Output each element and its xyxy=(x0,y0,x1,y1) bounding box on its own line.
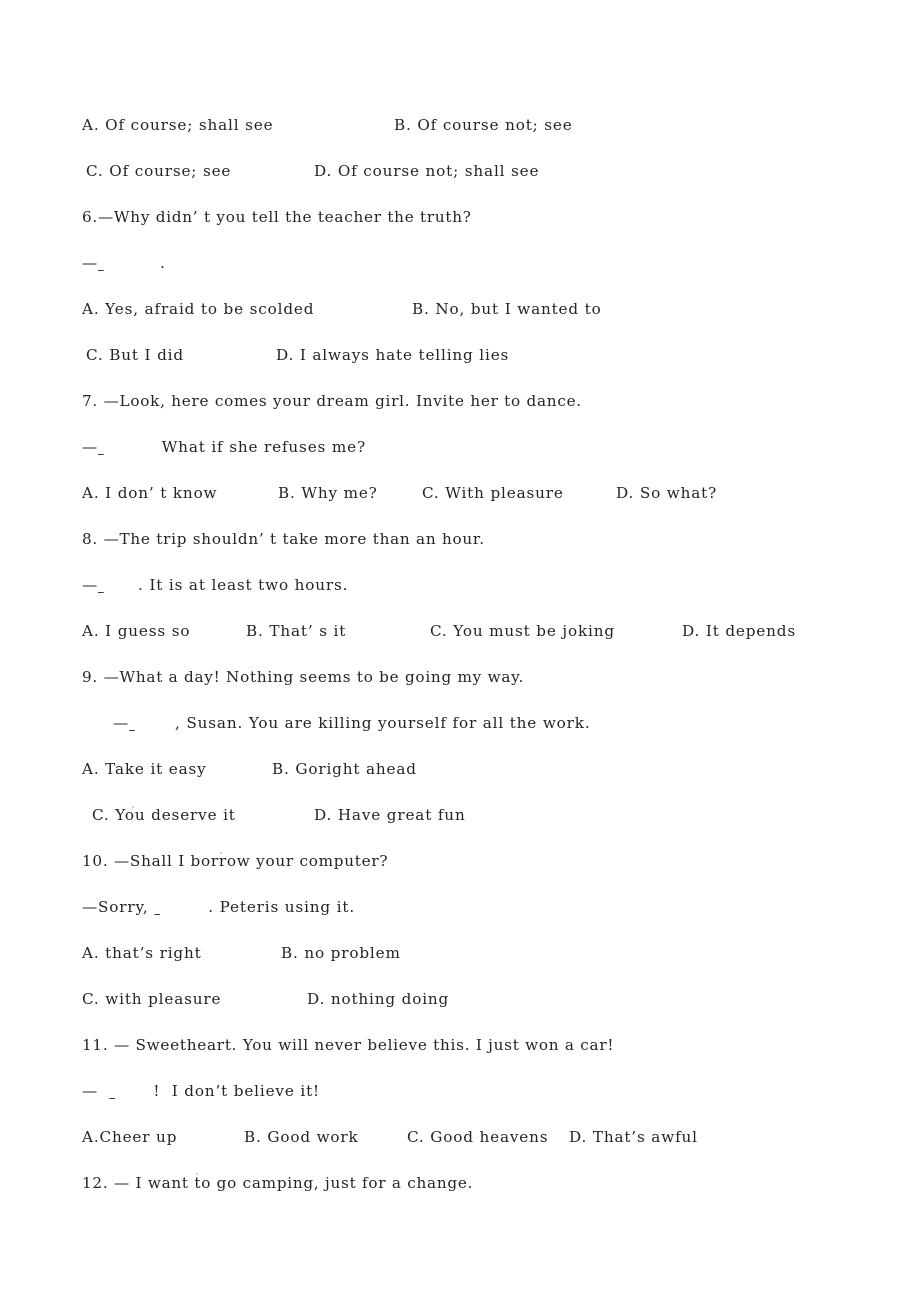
option-row: C. But I did D. I always hate telling lie… xyxy=(0,340,920,370)
option-row: A. Take it easy B. Goright ahead xyxy=(0,754,920,784)
answer-option[interactable]: B. Why me? xyxy=(278,478,378,508)
answer-line-text: , Susan. You are killing yourself for al… xyxy=(175,714,591,732)
answer-option[interactable]: C. You deserve it xyxy=(92,800,236,830)
fill-in-blank[interactable] xyxy=(109,1076,153,1106)
question-stem-text: 11. — Sweetheart. You will never believe… xyxy=(82,1036,615,1054)
question-stem: 8. —The trip shouldn’ t take more than a… xyxy=(0,524,920,554)
fill-in-blank[interactable] xyxy=(98,432,156,462)
answer-line-text: . xyxy=(160,254,166,272)
answer-option[interactable]: C. Good heavens xyxy=(407,1122,548,1152)
fill-in-blank[interactable] xyxy=(98,248,160,278)
question-stem-text: 12. — I want to go camping, just for a c… xyxy=(82,1174,474,1192)
answer-option[interactable]: C. With pleasure xyxy=(422,478,564,508)
option-row: A. Of course; shall see B. Of course not;… xyxy=(0,110,920,140)
scan-speckle xyxy=(196,1173,198,1175)
answer-option[interactable]: D. So what? xyxy=(616,478,717,508)
answer-option[interactable]: D. nothing doing xyxy=(307,984,449,1014)
answer-option[interactable]: C. But I did xyxy=(86,340,184,370)
answer-option[interactable]: D. I always hate telling lies xyxy=(276,340,509,370)
question-stem: 7. —Look, here comes your dream girl. In… xyxy=(0,386,920,416)
scan-speckle xyxy=(205,538,207,540)
option-row: A. that’s right B. no problem xyxy=(0,938,920,968)
answer-option[interactable]: A. Take it easy xyxy=(82,754,207,784)
option-row: A. Yes, afraid to be scolded B. No, but I… xyxy=(0,294,920,324)
fill-in-blank[interactable] xyxy=(129,708,175,738)
fill-in-blank[interactable] xyxy=(98,570,138,600)
answer-line: —Sorry, . Peteris using it. xyxy=(0,892,920,922)
answer-option[interactable]: B. Of course not; see xyxy=(394,110,573,140)
question-stem-text: 10. —Shall I borrow your computer? xyxy=(82,852,389,870)
document-page: A. Of course; shall see B. Of course not;… xyxy=(0,0,920,1302)
answer-option[interactable]: C. You must be joking xyxy=(430,616,615,646)
answer-line-text: What if she refuses me? xyxy=(156,438,366,456)
scan-speckle xyxy=(220,852,222,854)
answer-option[interactable]: A. I guess so xyxy=(82,616,190,646)
option-row: A.Cheer up B. Good work C. Good heavens D. … xyxy=(0,1122,920,1152)
answer-option[interactable]: B. No, but I wanted to xyxy=(412,294,602,324)
dialogue-dash: — xyxy=(82,1082,110,1100)
answer-option[interactable]: C. Of course; see xyxy=(86,156,231,186)
answer-option[interactable]: A. that’s right xyxy=(82,938,202,968)
scan-speckle xyxy=(132,806,134,808)
option-row: C. You deserve it D. Have great fun xyxy=(0,800,920,830)
answer-option[interactable]: D. That’s awful xyxy=(569,1122,698,1152)
answer-option[interactable]: A.Cheer up xyxy=(82,1122,177,1152)
answer-line-text: ! I don’t believe it! xyxy=(153,1082,320,1100)
answer-line: — . xyxy=(0,248,920,278)
answer-line: — ! I don’t believe it! xyxy=(0,1076,920,1106)
answer-option[interactable]: C. with pleasure xyxy=(82,984,221,1014)
dialogue-dash: — xyxy=(82,576,99,594)
answer-line-text: . Peteris using it. xyxy=(208,898,355,916)
dialogue-dash: — xyxy=(113,714,130,732)
question-stem-text: 9. —What a day! Nothing seems to be goin… xyxy=(82,668,525,686)
option-row: A. I guess so B. That’ s it C. You must be… xyxy=(0,616,920,646)
fill-in-blank[interactable] xyxy=(154,892,208,922)
answer-line: — What if she refuses me? xyxy=(0,432,920,462)
option-row: A. I don’ t know B. Why me? C. With pleasu… xyxy=(0,478,920,508)
answer-option[interactable]: B. Goright ahead xyxy=(272,754,417,784)
answer-option[interactable]: A. I don’ t know xyxy=(82,478,217,508)
answer-option[interactable]: B. Good work xyxy=(244,1122,359,1152)
dialogue-dash: —Sorry, xyxy=(82,898,155,916)
question-stem: 9. —What a day! Nothing seems to be goin… xyxy=(0,662,920,692)
answer-option[interactable]: A. Of course; shall see xyxy=(82,110,273,140)
answer-option[interactable]: D. It depends xyxy=(682,616,796,646)
option-row: C. Of course; see D. Of course not; shall… xyxy=(0,156,920,186)
answer-option[interactable]: B. no problem xyxy=(281,938,401,968)
question-stem: 12. — I want to go camping, just for a c… xyxy=(0,1168,920,1198)
answer-line: — . It is at least two hours. xyxy=(0,570,920,600)
answer-line-text: . It is at least two hours. xyxy=(138,576,349,594)
question-stem-text: 8. —The trip shouldn’ t take more than a… xyxy=(82,530,485,548)
answer-option[interactable]: D. Of course not; shall see xyxy=(314,156,539,186)
question-stem: 11. — Sweetheart. You will never believe… xyxy=(0,1030,920,1060)
answer-option[interactable]: D. Have great fun xyxy=(314,800,466,830)
answer-line: — , Susan. You are killing yourself for … xyxy=(0,708,920,738)
question-stem-text: 6.—Why didn’ t you tell the teacher the … xyxy=(82,208,472,226)
dialogue-dash: — xyxy=(82,254,99,272)
question-stem: 6.—Why didn’ t you tell the teacher the … xyxy=(0,202,920,232)
dialogue-dash: — xyxy=(82,438,99,456)
question-stem: 10. —Shall I borrow your computer? xyxy=(0,846,920,876)
answer-option[interactable]: A. Yes, afraid to be scolded xyxy=(82,294,314,324)
option-row: C. with pleasure D. nothing doing xyxy=(0,984,920,1014)
answer-option[interactable]: B. That’ s it xyxy=(246,616,346,646)
question-stem-text: 7. —Look, here comes your dream girl. In… xyxy=(82,392,582,410)
